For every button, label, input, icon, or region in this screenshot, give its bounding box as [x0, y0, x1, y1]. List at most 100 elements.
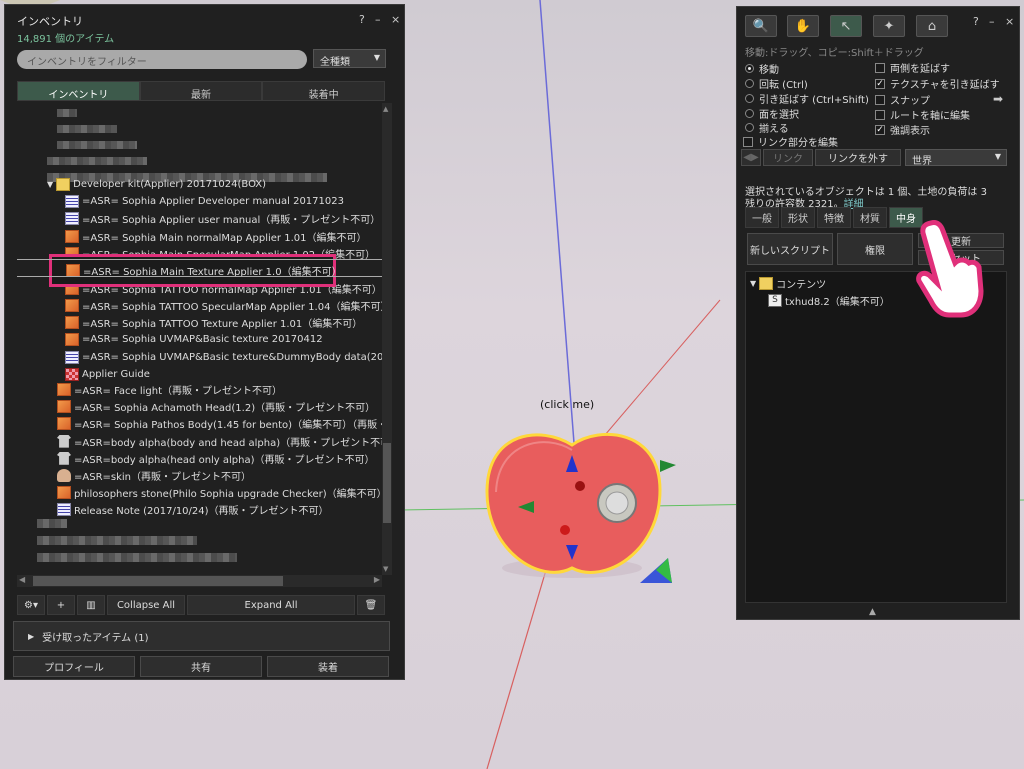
notecard-icon [65, 212, 79, 226]
checkbox-highlight[interactable]: ✓ 強調表示 [875, 122, 930, 137]
link-button[interactable]: リンク [763, 149, 813, 166]
list-item[interactable]: philosophers stone(Philo Sophia upgrade … [57, 484, 382, 501]
blurred-item [57, 109, 77, 117]
chevron-up-icon[interactable]: ▲ [869, 607, 876, 617]
list-item[interactable]: =ASR= Sophia UVMAP&Basic texture&DummyBo… [65, 349, 382, 366]
expand-arrow-icon[interactable]: ▼ [750, 279, 756, 288]
item-label: =ASR= Sophia Applier user manual（再販・プレゼン… [82, 215, 381, 227]
list-item[interactable]: =ASR=body alpha(body and head alpha)（再販・… [57, 433, 382, 450]
script-icon: S [768, 294, 782, 307]
item-label: =ASR= Sophia Pathos Body(1.45 for bento)… [74, 420, 382, 432]
tab-recent[interactable]: 最新 [139, 81, 263, 101]
collapse-all-button[interactable]: Collapse All [107, 595, 185, 615]
radio-rotate[interactable]: 回転 (Ctrl) [745, 76, 808, 91]
blurred-item [57, 141, 137, 149]
scrollbar-thumb[interactable] [383, 443, 391, 523]
profile-button[interactable]: プロフィール [13, 656, 135, 677]
permissions-button[interactable]: 権限 [837, 233, 913, 265]
checkbox-stretch-both[interactable]: 両側を延ばす [875, 60, 950, 75]
trash-icon[interactable]: 🗑 [357, 595, 385, 615]
tab-object[interactable]: 形状 [781, 207, 815, 228]
help-icon[interactable]: ? [973, 15, 979, 28]
list-item[interactable]: =ASR= Sophia TATTOO SpecularMap Applier … [65, 297, 382, 314]
list-item[interactable]: =ASR= Sophia Pathos Body(1.45 for bento)… [57, 415, 382, 432]
box-icon [65, 229, 79, 243]
expand-arrow-icon[interactable]: ▼ [47, 180, 53, 189]
blurred-item [37, 553, 237, 562]
radio-select-face[interactable]: 面を選択 [745, 106, 799, 121]
scroll-right-icon[interactable]: ▶ [374, 575, 380, 584]
wear-button[interactable]: 装着 [267, 656, 389, 677]
tab-features[interactable]: 特徴 [817, 207, 851, 228]
unlink-button[interactable]: リンクを外す [815, 149, 901, 166]
scroll-left-icon[interactable]: ◀ [19, 575, 25, 584]
list-item[interactable]: =ASR= Sophia TATTOO Texture Applier 1.01… [65, 314, 362, 331]
land-tool-icon[interactable]: ⌂ [916, 15, 948, 37]
folder-row[interactable]: ▼ Developer kit(Applier) 20171024(BOX) [47, 176, 266, 193]
notecard-icon [65, 195, 79, 208]
checkbox-snap[interactable]: スナップ [875, 92, 930, 107]
radio-align[interactable]: 揃える [745, 120, 789, 135]
radio-move[interactable]: 移動 [745, 61, 779, 76]
prev-icon[interactable]: ◀▶ [741, 149, 761, 166]
type-select[interactable]: 全種類 ▼ [313, 49, 386, 68]
item-label: =ASR= Sophia TATTOO SpecularMap Applier … [82, 301, 382, 313]
blurred-item [57, 125, 117, 133]
checkbox-edit-linked[interactable]: リンク部分を編集 [743, 134, 838, 149]
move-tool-icon[interactable]: ✋ [787, 15, 819, 37]
tab-worn[interactable]: 装着中 [262, 81, 386, 101]
list-item[interactable]: Release Note (2017/10/24)（再販・プレゼント不可） [57, 501, 329, 518]
new-script-button[interactable]: 新しいスクリプト [747, 233, 833, 265]
list-item[interactable]: =ASR= Sophia Main normalMap Applier 1.01… [65, 228, 366, 245]
checkbox-label: スナップ [890, 96, 930, 107]
scrollbar-thumb[interactable] [33, 576, 283, 586]
click-me-label[interactable]: (click me) [540, 398, 594, 411]
received-items-accordion[interactable]: ▶ 受け取ったアイテム (1) [13, 621, 390, 651]
checkbox-label: ルートを軸に編集 [890, 111, 970, 122]
trash-bin-icon[interactable]: ▥ [77, 595, 105, 615]
help-icon[interactable]: ? [359, 13, 365, 26]
share-button[interactable]: 共有 [140, 656, 262, 677]
vertical-scrollbar[interactable]: ▲ ▼ [382, 103, 392, 575]
tab-texture[interactable]: 材質 [853, 207, 887, 228]
list-item[interactable]: =ASR= Sophia UVMAP&Basic texture 2017041… [65, 331, 323, 348]
list-item[interactable]: =ASR= Sophia Achamoth Head(1.2)（再販・プレゼント… [57, 398, 375, 415]
list-item[interactable]: =ASR= Face light（再販・プレゼント不可） [57, 381, 282, 398]
minimize-icon[interactable]: – [375, 13, 381, 26]
checkbox-stretch-textures[interactable]: ✓ テクスチャを引き延ばす [875, 76, 1000, 91]
close-icon[interactable]: × [391, 13, 400, 26]
contents-item[interactable]: S txhud8.2（編集不可） [768, 292, 890, 309]
item-label: =ASR= Sophia UVMAP&Basic texture&DummyBo… [82, 351, 382, 363]
box-icon [57, 417, 71, 431]
gear-icon[interactable]: ⚙▾ [17, 595, 45, 615]
minimize-icon[interactable]: – [989, 15, 995, 28]
focus-tool-icon[interactable]: 🔍 [745, 15, 777, 37]
arrow-right-icon[interactable]: ➡ [993, 92, 1003, 106]
list-item[interactable]: =ASR=skin（再販・プレゼント不可） [57, 467, 251, 484]
create-tool-icon[interactable]: ✦ [873, 15, 905, 37]
list-item[interactable]: =ASR= Sophia Applier user manual（再販・プレゼン… [65, 210, 380, 227]
checkbox-box [875, 62, 885, 73]
tab-general[interactable]: 一般 [745, 207, 779, 228]
checkmark-icon: ✓ [875, 78, 885, 89]
shirt-icon [57, 434, 71, 448]
radio-stretch[interactable]: 引き延ばす (Ctrl+Shift) [745, 91, 869, 106]
contents-folder[interactable]: ▼ コンテンツ [750, 275, 826, 292]
checkbox-edit-root[interactable]: ルートを軸に編集 [875, 107, 970, 122]
filter-input[interactable]: インベントリをフィルター [17, 50, 307, 69]
list-item[interactable]: =ASR= Sophia Applier Developer manual 20… [65, 193, 344, 210]
item-label: =ASR= Sophia TATTOO Texture Applier 1.01… [82, 319, 363, 331]
expand-all-button[interactable]: Expand All [187, 595, 355, 615]
list-item[interactable]: =ASR=body alpha(head only alpha)（再販・プレゼン… [57, 450, 375, 467]
coordinate-select[interactable]: 世界 ▼ [905, 149, 1007, 167]
texture-icon [65, 368, 79, 381]
scroll-up-icon[interactable]: ▲ [383, 105, 388, 113]
edit-tool-icon[interactable]: ↖ [830, 15, 862, 37]
checkbox-label: 両側を延ばす [890, 64, 950, 75]
divider [17, 276, 382, 277]
horizontal-scrollbar[interactable]: ◀ ▶ [17, 575, 382, 587]
scroll-down-icon[interactable]: ▼ [383, 565, 388, 573]
tab-inventory[interactable]: インベントリ [17, 81, 140, 101]
close-icon[interactable]: × [1005, 15, 1014, 28]
add-icon[interactable]: + [47, 595, 75, 615]
